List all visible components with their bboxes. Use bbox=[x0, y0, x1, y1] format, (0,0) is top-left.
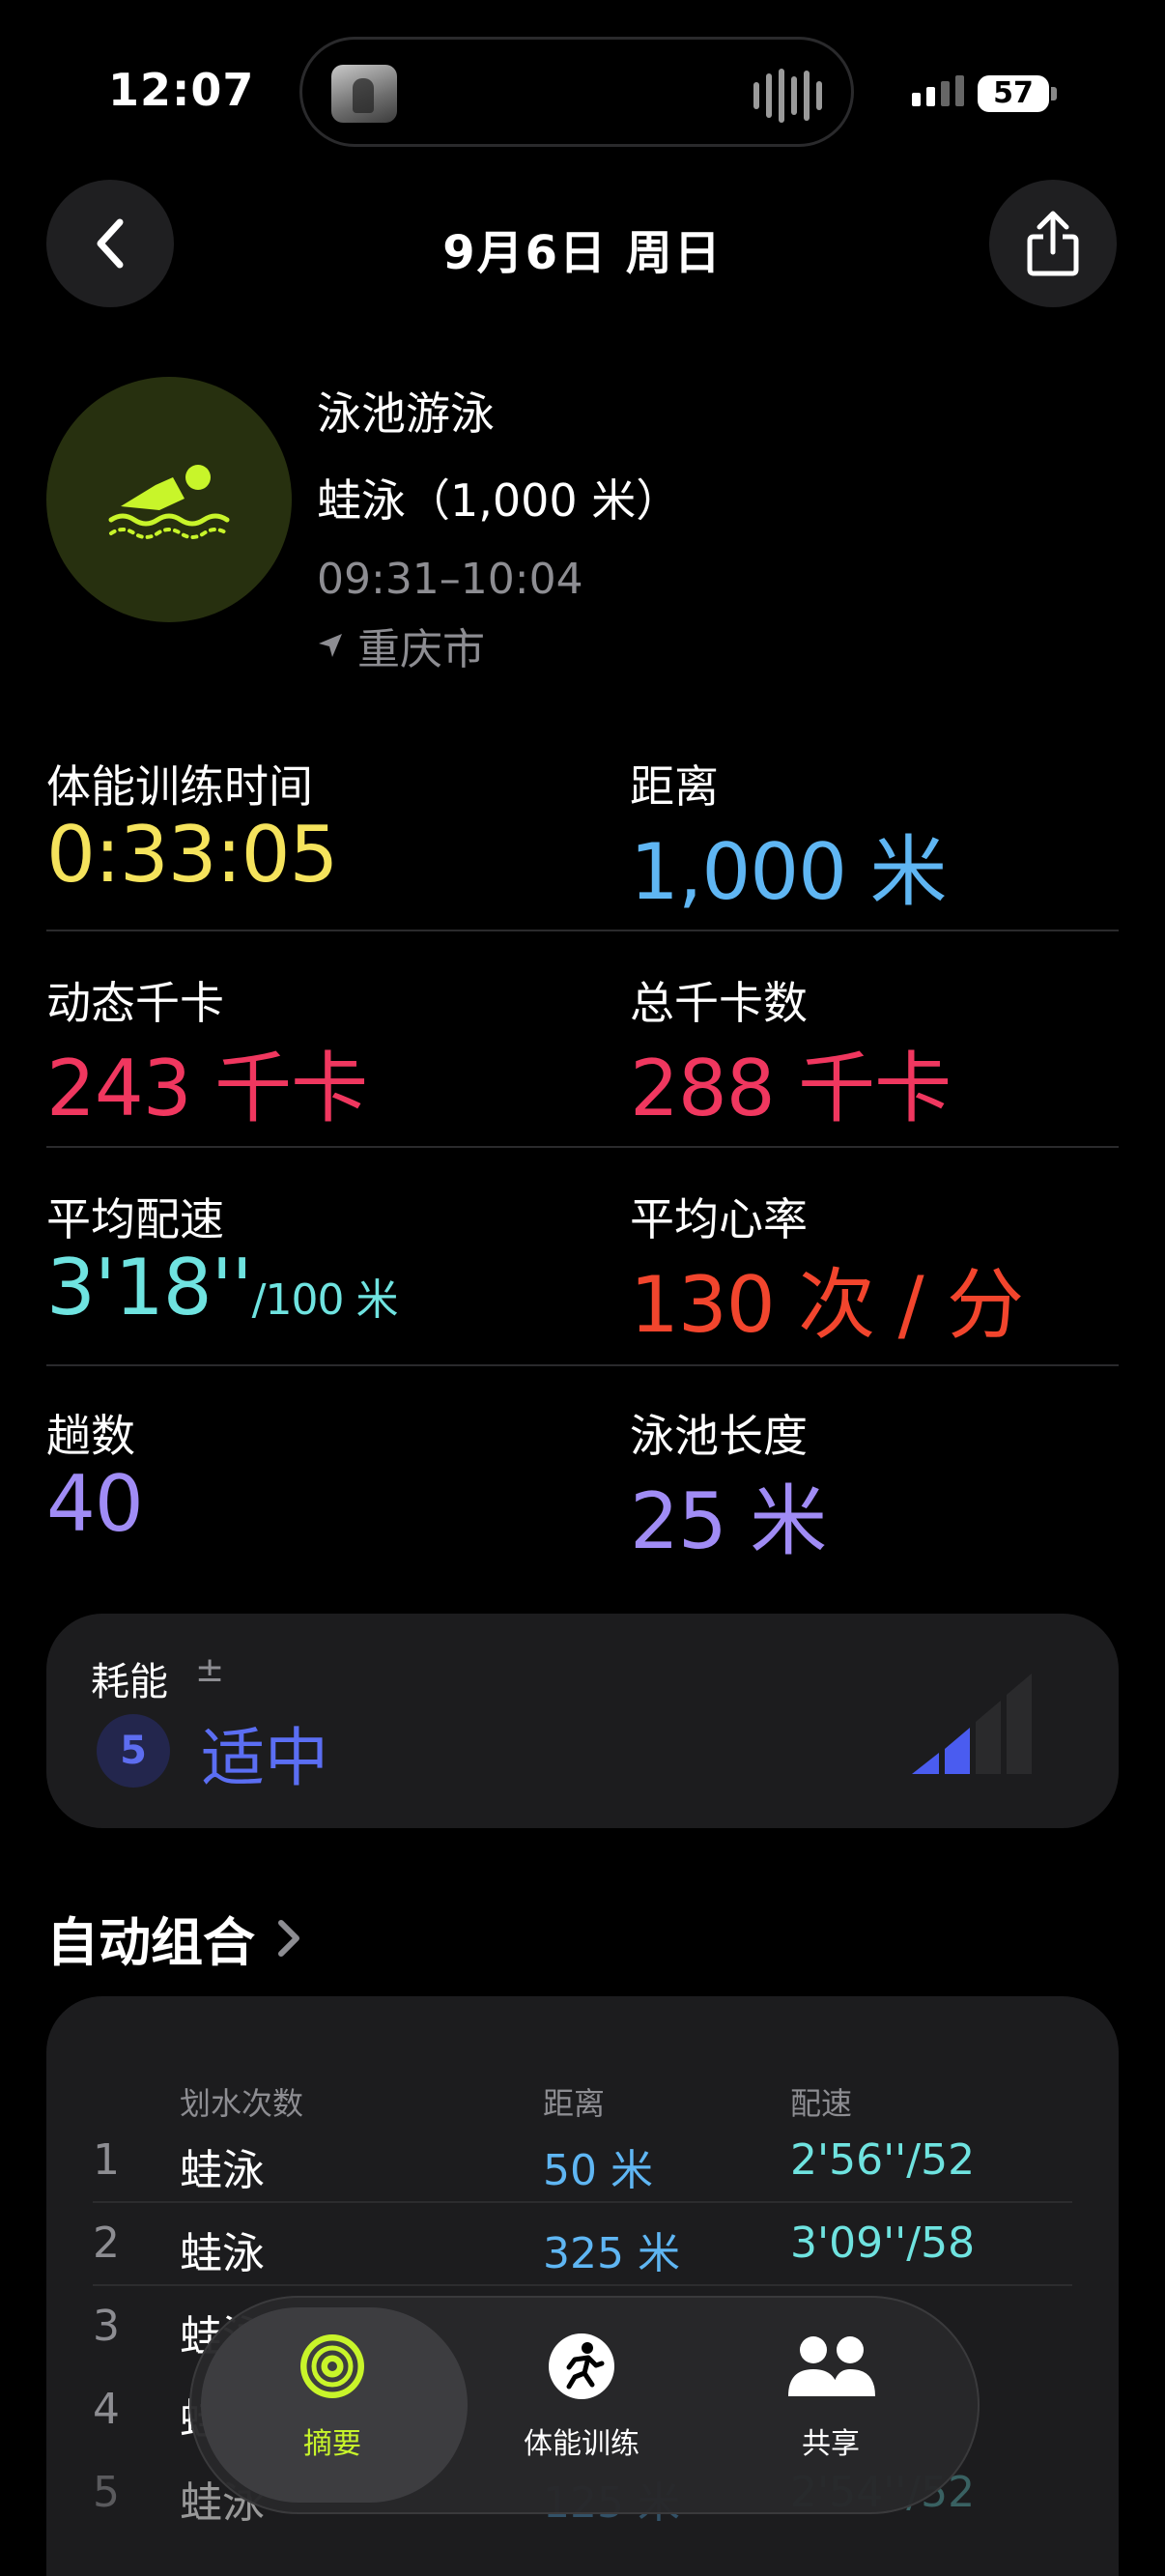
metric-value-distance: 1,000 米 bbox=[630, 827, 947, 917]
auto-sets-header[interactable]: 自动组合 bbox=[46, 1900, 301, 1976]
metric-label-distance: 距离 bbox=[630, 760, 719, 813]
row-distance: 50 米 bbox=[543, 2146, 653, 2195]
metric-value-avg-heart-rate: 130 次 / 分 bbox=[630, 1260, 1024, 1350]
battery-cap bbox=[1051, 87, 1057, 100]
effort-level-text: 适中 bbox=[201, 1721, 328, 1795]
effort-level-badge: 5 bbox=[97, 1714, 170, 1788]
metric-value-pool-length: 25 米 bbox=[630, 1476, 827, 1566]
dynamic-island[interactable] bbox=[299, 37, 854, 147]
workout-location: 重庆市 bbox=[317, 615, 485, 676]
workout-time-range: 09:31–10:04 bbox=[317, 555, 583, 604]
col-header-distance: 距离 bbox=[543, 2085, 606, 2122]
row-pace: 3'09''/58 bbox=[790, 2218, 976, 2268]
battery-indicator: 57 bbox=[978, 75, 1049, 112]
chevron-right-icon bbox=[278, 1919, 299, 1957]
metric-label-pool-length: 泳池长度 bbox=[630, 1410, 808, 1462]
row-number: 2 bbox=[93, 2218, 120, 2268]
metric-value-laps: 40 bbox=[46, 1459, 144, 1549]
metric-divider bbox=[46, 1146, 1119, 1148]
tab-sharing-label: 共享 bbox=[802, 2427, 860, 2461]
metric-label-avg-heart-rate: 平均心率 bbox=[630, 1193, 808, 1245]
tab-summary-label: 摘要 bbox=[303, 2427, 361, 2461]
workout-subtitle: 蛙泳（1,000 米） bbox=[317, 474, 681, 527]
share-icon bbox=[1027, 211, 1079, 276]
metric-label-active-kcal: 动态千卡 bbox=[46, 977, 224, 1029]
tab-workouts[interactable]: 体能训练 bbox=[456, 2331, 707, 2462]
status-time: 12:07 bbox=[108, 64, 255, 116]
auto-sets-title: 自动组合 bbox=[46, 1912, 255, 1973]
row-number: 3 bbox=[93, 2302, 120, 2351]
metric-label-workout-time: 体能训练时间 bbox=[46, 760, 313, 813]
now-playing-artwork bbox=[331, 65, 397, 123]
share-button[interactable] bbox=[989, 180, 1117, 307]
metric-divider bbox=[46, 1364, 1119, 1366]
row-divider bbox=[93, 2201, 1072, 2203]
metric-label-total-kcal: 总千卡数 bbox=[630, 977, 808, 1029]
row-stroke: 蛙泳 bbox=[180, 2229, 265, 2278]
row-pace: 2'56''/52 bbox=[790, 2135, 976, 2185]
row-number: 5 bbox=[93, 2468, 120, 2517]
metric-label-avg-pace: 平均配速 bbox=[46, 1193, 224, 1245]
tab-summary[interactable]: 摘要 bbox=[207, 2331, 458, 2462]
location-arrow-icon bbox=[319, 634, 342, 657]
workout-type: 泳池游泳 bbox=[317, 387, 495, 440]
col-header-pace: 配速 bbox=[790, 2085, 853, 2122]
col-header-strokes: 划水次数 bbox=[180, 2085, 304, 2122]
effort-bars-icon bbox=[912, 1674, 1032, 1774]
row-number: 4 bbox=[93, 2385, 120, 2434]
location-label: 重庆市 bbox=[357, 625, 485, 674]
metric-divider bbox=[46, 930, 1119, 931]
metric-label-laps: 趟数 bbox=[46, 1410, 135, 1462]
running-figure-icon bbox=[549, 2333, 614, 2399]
effort-label: 耗能 bbox=[91, 1660, 168, 1704]
effort-plusminus-icon[interactable]: ± bbox=[195, 1650, 224, 1690]
row-number: 1 bbox=[93, 2135, 120, 2185]
pool-swim-icon bbox=[46, 377, 292, 622]
cellular-signal-icon bbox=[912, 75, 964, 106]
activity-rings-icon bbox=[300, 2334, 364, 2398]
row-distance: 325 米 bbox=[543, 2229, 680, 2278]
people-icon bbox=[788, 2336, 875, 2396]
metric-value-workout-time: 0:33:05 bbox=[46, 810, 338, 900]
metric-value-avg-pace: 3'18''/100 米 bbox=[46, 1243, 398, 1332]
tab-workouts-label: 体能训练 bbox=[524, 2427, 639, 2461]
row-divider bbox=[93, 2284, 1072, 2286]
metric-value-active-kcal: 243 千卡 bbox=[46, 1044, 368, 1133]
row-stroke: 蛙泳 bbox=[180, 2146, 265, 2195]
metric-value-total-kcal: 288 千卡 bbox=[630, 1044, 952, 1133]
tab-sharing[interactable]: 共享 bbox=[705, 2331, 956, 2462]
audio-waveform-icon bbox=[753, 69, 822, 123]
